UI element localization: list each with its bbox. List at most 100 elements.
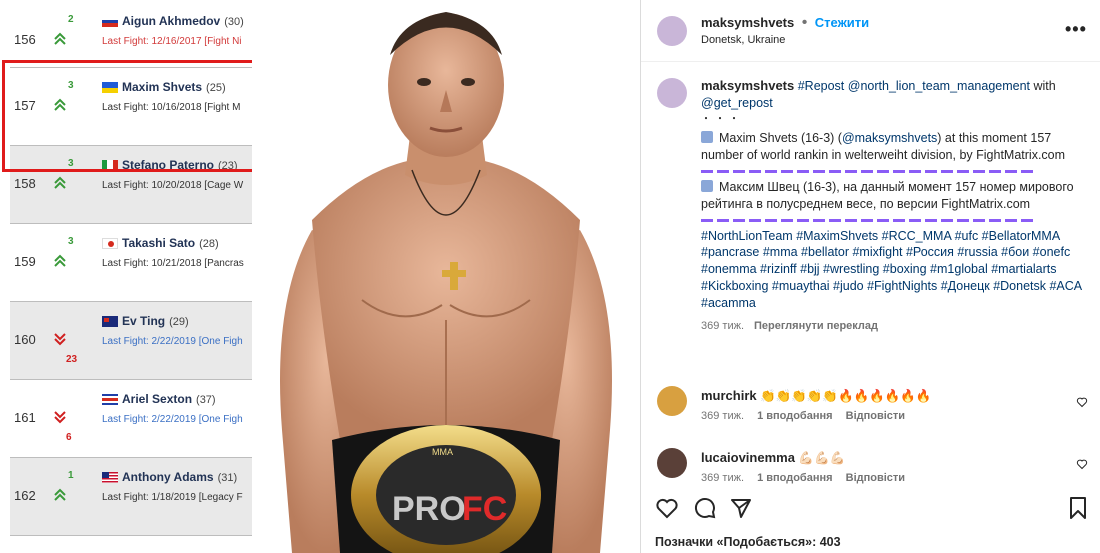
fighter-name[interactable]: Ev Ting (29) <box>122 314 189 328</box>
caption-english: Maxim Shvets (16-3) (@maksymshvets) at t… <box>701 130 1091 164</box>
caption-meta: 369 тиж. Переглянути переклад <box>701 318 1091 335</box>
caption-avatar[interactable] <box>657 78 687 108</box>
rank-number: 159 <box>14 254 36 269</box>
last-fight-text: Last Fight: 1/18/2019 [Legacy F <box>102 492 243 503</box>
post-caption: maksymshvets #Repost @north_lion_team_ma… <box>701 78 1091 334</box>
comment-meta: 369 тиж. 1 вподобання Відповісти <box>701 410 915 422</box>
comment-like-heart-icon[interactable] <box>1076 396 1088 408</box>
arrow-up-icon <box>54 254 66 267</box>
comment-text: murchirk 👏👏👏👏👏🔥🔥🔥🔥🔥🔥 <box>701 388 931 404</box>
caption-mention-team[interactable]: @north_lion_team_management <box>848 79 1030 93</box>
rank-change: 2 <box>68 14 74 25</box>
comment-text: lucaiovinemma 💪🏻💪🏻💪🏻 <box>701 450 845 466</box>
post-actions <box>641 492 1100 524</box>
fighter-name[interactable]: Aigun Akhmedov (30) <box>122 14 244 28</box>
instagram-post: maksymshvets • Стежити Donetsk, Ukraine … <box>640 0 1100 553</box>
fighter-name[interactable]: Ariel Sexton (37) <box>122 392 216 406</box>
caption-ru: Максим Швец (16-3), на данный момент 157… <box>701 179 1074 211</box>
comment-age: 369 тиж. <box>701 410 745 422</box>
comment-age: 369 тиж. <box>701 472 745 484</box>
comment-body: 💪🏻💪🏻💪🏻 <box>798 451 846 465</box>
last-fight-text: Last Fight: 10/20/2018 [Cage W <box>102 180 244 191</box>
caption-username[interactable]: maksymshvets <box>701 78 794 93</box>
comment-likes[interactable]: 1 вподобання <box>757 410 832 422</box>
country-flag-icon <box>102 238 118 249</box>
country-flag-icon <box>102 316 118 327</box>
chart-emoji-icon <box>701 179 713 192</box>
arrow-up-icon <box>54 488 66 501</box>
see-translation-link[interactable]: Переглянути переклад <box>754 320 878 332</box>
fighter-photo: PRO FC MMA <box>252 0 640 553</box>
highlight-box <box>2 60 273 172</box>
caption-hashtags[interactable]: #NorthLionTeam #MaximShvets #RCC_MMA #uf… <box>701 228 1091 312</box>
rank-number: 158 <box>14 176 36 191</box>
country-flag-icon <box>102 472 118 483</box>
comment-body: 👏👏👏👏👏🔥🔥🔥🔥🔥🔥 <box>760 389 932 403</box>
ranking-row[interactable]: 162 1 Anthony Adams (31) Last Fight: 1/18/20… <box>10 458 252 536</box>
divider-line <box>701 218 1035 222</box>
fighter-age: (29) <box>169 316 189 328</box>
belt-fc-text: FC <box>462 490 507 528</box>
reply-button[interactable]: Відповісти <box>846 410 905 422</box>
arrow-up-icon <box>54 176 66 189</box>
last-fight-text: Last Fight: 2/22/2019 [One Figh <box>102 414 243 425</box>
last-fight-text: Last Fight: 2/22/2019 [One Figh <box>102 336 243 347</box>
ranking-row[interactable]: 156 2 Aigun Akhmedov (30) Last Fight: 12/16/… <box>10 0 252 68</box>
commenter-avatar[interactable] <box>657 386 687 416</box>
commenter-avatar[interactable] <box>657 448 687 478</box>
fighter-name[interactable]: Anthony Adams (31) <box>122 470 237 484</box>
fighter-name-text[interactable]: Anthony Adams <box>122 470 214 484</box>
author-username[interactable]: maksymshvets <box>701 15 794 30</box>
caption-russian: Максим Швец (16-3), на данный момент 157… <box>701 179 1091 213</box>
fighter-name-text[interactable]: Takashi Sato <box>122 236 195 250</box>
comment-item: murchirk 👏👏👏👏👏🔥🔥🔥🔥🔥🔥 369 тиж. 1 вподобан… <box>641 384 1100 440</box>
rank-number: 161 <box>14 410 36 425</box>
likes-count[interactable]: Позначки «Подобається»: 403 <box>655 535 841 549</box>
more-options-icon[interactable]: ••• <box>1065 19 1087 40</box>
ranking-row[interactable]: 161 6 Ariel Sexton (37) Last Fight: 2/22/201… <box>10 380 252 458</box>
caption-en-a: Maxim Shvets (16-3) ( <box>719 131 842 146</box>
post-location[interactable]: Donetsk, Ukraine <box>701 34 785 46</box>
fighter-name-text[interactable]: Ev Ting <box>122 314 165 328</box>
arrow-down-icon <box>54 333 66 346</box>
share-icon[interactable] <box>729 496 753 520</box>
comment-username[interactable]: lucaiovinemma <box>701 450 795 465</box>
author-avatar[interactable] <box>657 16 687 46</box>
divider-line <box>701 169 1035 173</box>
comment-icon[interactable] <box>693 496 717 520</box>
arrow-up-icon <box>54 32 66 45</box>
follow-button[interactable]: Стежити <box>815 15 869 30</box>
chart-emoji-icon <box>701 131 713 144</box>
belt-mma-text: MMA <box>432 447 453 457</box>
rank-number: 162 <box>14 488 36 503</box>
rank-change: 23 <box>66 354 78 365</box>
rank-number: 160 <box>14 332 36 347</box>
fighter-name-text[interactable]: Ariel Sexton <box>122 392 192 406</box>
like-heart-icon[interactable] <box>655 496 679 520</box>
caption-mention-self[interactable]: @maksymshvets <box>842 131 937 145</box>
comment-like-heart-icon[interactable] <box>1076 458 1088 470</box>
arrow-down-icon <box>54 411 66 424</box>
rank-number: 156 <box>14 32 36 47</box>
fighter-age: (37) <box>196 394 216 406</box>
fighter-age: (31) <box>217 472 238 484</box>
caption-dots: ・・・ <box>701 113 743 125</box>
ranking-row[interactable]: 159 3 Takashi Sato (28) Last Fight: 10/21/20… <box>10 224 252 302</box>
rank-change: 1 <box>68 470 74 481</box>
rank-change: 6 <box>66 432 72 443</box>
caption-hashtag-repost[interactable]: #Repost <box>798 79 845 93</box>
ranking-row[interactable]: 160 23 Ev Ting (29) Last Fight: 2/22/2019 [O… <box>10 302 252 380</box>
separator-dot: • <box>801 14 808 31</box>
fighter-age: (28) <box>199 238 219 250</box>
reply-button[interactable]: Відповісти <box>846 472 905 484</box>
comment-meta: 369 тиж. 1 вподобання Відповісти <box>701 472 915 484</box>
last-fight-text: Last Fight: 12/16/2017 [Fight Ni <box>102 36 242 47</box>
comment-likes[interactable]: 1 вподобання <box>757 472 832 484</box>
fighter-illustration: PRO FC MMA <box>280 12 612 553</box>
save-bookmark-icon[interactable] <box>1067 496 1089 520</box>
rank-change: 3 <box>68 236 74 247</box>
fighter-name[interactable]: Takashi Sato (28) <box>122 236 219 250</box>
comment-username[interactable]: murchirk <box>701 388 757 403</box>
fighter-name-text[interactable]: Aigun Akhmedov <box>122 14 220 28</box>
caption-mention-repost[interactable]: @get_repost <box>701 96 773 110</box>
